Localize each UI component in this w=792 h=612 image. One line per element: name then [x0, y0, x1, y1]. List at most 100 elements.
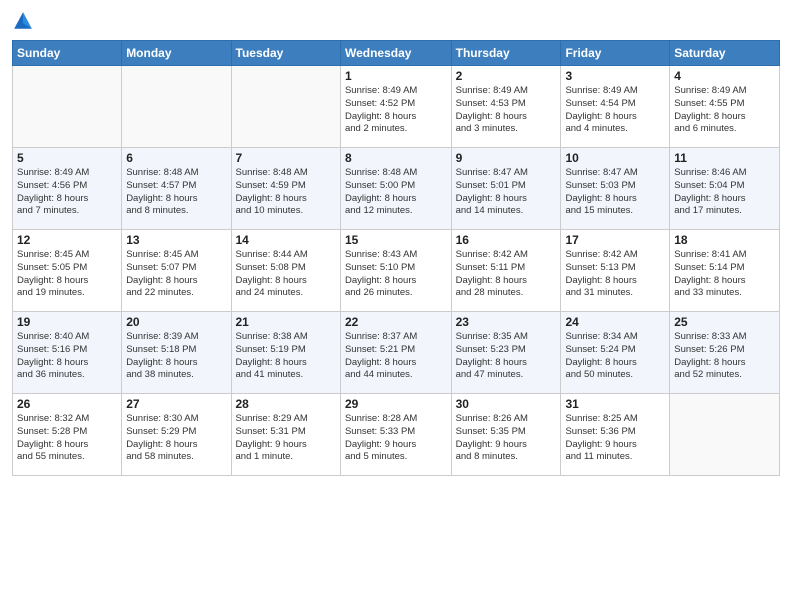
calendar-week-2: 5 Sunrise: 8:49 AM Sunset: 4:56 PM Daylig… — [13, 148, 780, 230]
logo — [12, 10, 38, 32]
day-number: 11 — [674, 151, 775, 165]
weekday-header-sunday: Sunday — [13, 41, 122, 66]
day-info: Sunrise: 8:45 AM Sunset: 5:05 PM Dayligh… — [17, 249, 117, 300]
day-info: Sunrise: 8:39 AM Sunset: 5:18 PM Dayligh… — [126, 331, 226, 382]
day-info: Sunrise: 8:33 AM Sunset: 5:26 PM Dayligh… — [674, 331, 775, 382]
day-info: Sunrise: 8:48 AM Sunset: 4:57 PM Dayligh… — [126, 167, 226, 218]
day-info: Sunrise: 8:35 AM Sunset: 5:23 PM Dayligh… — [456, 331, 557, 382]
day-number: 28 — [236, 397, 336, 411]
day-number: 24 — [565, 315, 665, 329]
weekday-header-saturday: Saturday — [670, 41, 780, 66]
day-number: 20 — [126, 315, 226, 329]
calendar-cell: 15 Sunrise: 8:43 AM Sunset: 5:10 PM Dayli… — [340, 230, 451, 312]
calendar-week-3: 12 Sunrise: 8:45 AM Sunset: 5:05 PM Dayli… — [13, 230, 780, 312]
calendar-cell: 17 Sunrise: 8:42 AM Sunset: 5:13 PM Dayli… — [561, 230, 670, 312]
day-number: 9 — [456, 151, 557, 165]
calendar-cell: 9 Sunrise: 8:47 AM Sunset: 5:01 PM Daylig… — [451, 148, 561, 230]
day-number: 10 — [565, 151, 665, 165]
calendar-cell — [122, 66, 231, 148]
calendar-cell: 25 Sunrise: 8:33 AM Sunset: 5:26 PM Dayli… — [670, 312, 780, 394]
calendar-header-row: SundayMondayTuesdayWednesdayThursdayFrid… — [13, 41, 780, 66]
weekday-header-monday: Monday — [122, 41, 231, 66]
day-number: 5 — [17, 151, 117, 165]
day-info: Sunrise: 8:34 AM Sunset: 5:24 PM Dayligh… — [565, 331, 665, 382]
day-info: Sunrise: 8:47 AM Sunset: 5:01 PM Dayligh… — [456, 167, 557, 218]
day-number: 13 — [126, 233, 226, 247]
day-info: Sunrise: 8:49 AM Sunset: 4:52 PM Dayligh… — [345, 85, 447, 136]
day-number: 31 — [565, 397, 665, 411]
day-info: Sunrise: 8:38 AM Sunset: 5:19 PM Dayligh… — [236, 331, 336, 382]
logo-icon — [12, 10, 34, 32]
calendar-cell: 5 Sunrise: 8:49 AM Sunset: 4:56 PM Daylig… — [13, 148, 122, 230]
calendar-cell: 31 Sunrise: 8:25 AM Sunset: 5:36 PM Dayli… — [561, 394, 670, 476]
day-info: Sunrise: 8:45 AM Sunset: 5:07 PM Dayligh… — [126, 249, 226, 300]
day-info: Sunrise: 8:49 AM Sunset: 4:55 PM Dayligh… — [674, 85, 775, 136]
day-number: 23 — [456, 315, 557, 329]
day-info: Sunrise: 8:44 AM Sunset: 5:08 PM Dayligh… — [236, 249, 336, 300]
calendar-cell: 20 Sunrise: 8:39 AM Sunset: 5:18 PM Dayli… — [122, 312, 231, 394]
day-number: 12 — [17, 233, 117, 247]
header — [12, 10, 780, 32]
day-info: Sunrise: 8:49 AM Sunset: 4:54 PM Dayligh… — [565, 85, 665, 136]
day-info: Sunrise: 8:26 AM Sunset: 5:35 PM Dayligh… — [456, 413, 557, 464]
calendar-week-1: 1 Sunrise: 8:49 AM Sunset: 4:52 PM Daylig… — [13, 66, 780, 148]
day-number: 1 — [345, 69, 447, 83]
day-info: Sunrise: 8:49 AM Sunset: 4:53 PM Dayligh… — [456, 85, 557, 136]
day-number: 25 — [674, 315, 775, 329]
day-info: Sunrise: 8:46 AM Sunset: 5:04 PM Dayligh… — [674, 167, 775, 218]
weekday-header-thursday: Thursday — [451, 41, 561, 66]
calendar-cell: 30Sunrise: 8:26 AM Sunset: 5:35 PM Dayli… — [451, 394, 561, 476]
calendar-cell: 7 Sunrise: 8:48 AM Sunset: 4:59 PM Daylig… — [231, 148, 340, 230]
day-number: 16 — [456, 233, 557, 247]
calendar-cell: 12 Sunrise: 8:45 AM Sunset: 5:05 PM Dayli… — [13, 230, 122, 312]
day-number: 15 — [345, 233, 447, 247]
day-number: 4 — [674, 69, 775, 83]
calendar-cell: 1 Sunrise: 8:49 AM Sunset: 4:52 PM Daylig… — [340, 66, 451, 148]
calendar-cell: 6 Sunrise: 8:48 AM Sunset: 4:57 PM Daylig… — [122, 148, 231, 230]
day-info: Sunrise: 8:43 AM Sunset: 5:10 PM Dayligh… — [345, 249, 447, 300]
day-info: Sunrise: 8:25 AM Sunset: 5:36 PM Dayligh… — [565, 413, 665, 464]
calendar-cell: 21Sunrise: 8:38 AM Sunset: 5:19 PM Dayli… — [231, 312, 340, 394]
day-number: 22 — [345, 315, 447, 329]
calendar-table: SundayMondayTuesdayWednesdayThursdayFrid… — [12, 40, 780, 476]
calendar-cell: 24 Sunrise: 8:34 AM Sunset: 5:24 PM Dayli… — [561, 312, 670, 394]
day-number: 26 — [17, 397, 117, 411]
calendar-cell — [670, 394, 780, 476]
page-container: SundayMondayTuesdayWednesdayThursdayFrid… — [0, 0, 792, 612]
day-info: Sunrise: 8:40 AM Sunset: 5:16 PM Dayligh… — [17, 331, 117, 382]
day-info: Sunrise: 8:42 AM Sunset: 5:13 PM Dayligh… — [565, 249, 665, 300]
calendar-cell: 3 Sunrise: 8:49 AM Sunset: 4:54 PM Daylig… — [561, 66, 670, 148]
calendar-cell: 4 Sunrise: 8:49 AM Sunset: 4:55 PM Daylig… — [670, 66, 780, 148]
day-info: Sunrise: 8:48 AM Sunset: 4:59 PM Dayligh… — [236, 167, 336, 218]
calendar-cell: 27Sunrise: 8:30 AM Sunset: 5:29 PM Dayli… — [122, 394, 231, 476]
calendar-cell: 2 Sunrise: 8:49 AM Sunset: 4:53 PM Daylig… — [451, 66, 561, 148]
calendar-cell: 19 Sunrise: 8:40 AM Sunset: 5:16 PM Dayli… — [13, 312, 122, 394]
calendar-cell: 26 Sunrise: 8:32 AM Sunset: 5:28 PM Dayli… — [13, 394, 122, 476]
day-number: 6 — [126, 151, 226, 165]
day-number: 2 — [456, 69, 557, 83]
day-info: Sunrise: 8:29 AM Sunset: 5:31 PM Dayligh… — [236, 413, 336, 464]
day-number: 3 — [565, 69, 665, 83]
day-number: 8 — [345, 151, 447, 165]
calendar-cell: 11 Sunrise: 8:46 AM Sunset: 5:04 PM Dayli… — [670, 148, 780, 230]
day-number: 7 — [236, 151, 336, 165]
day-info: Sunrise: 8:49 AM Sunset: 4:56 PM Dayligh… — [17, 167, 117, 218]
day-info: Sunrise: 8:30 AM Sunset: 5:29 PM Dayligh… — [126, 413, 226, 464]
day-number: 17 — [565, 233, 665, 247]
calendar-cell — [13, 66, 122, 148]
day-number: 14 — [236, 233, 336, 247]
day-info: Sunrise: 8:32 AM Sunset: 5:28 PM Dayligh… — [17, 413, 117, 464]
day-info: Sunrise: 8:42 AM Sunset: 5:11 PM Dayligh… — [456, 249, 557, 300]
day-info: Sunrise: 8:47 AM Sunset: 5:03 PM Dayligh… — [565, 167, 665, 218]
day-number: 19 — [17, 315, 117, 329]
calendar-cell: 14 Sunrise: 8:44 AM Sunset: 5:08 PM Dayli… — [231, 230, 340, 312]
day-number: 18 — [674, 233, 775, 247]
calendar-cell: 22Sunrise: 8:37 AM Sunset: 5:21 PM Dayli… — [340, 312, 451, 394]
day-info: Sunrise: 8:48 AM Sunset: 5:00 PM Dayligh… — [345, 167, 447, 218]
calendar-cell: 23 Sunrise: 8:35 AM Sunset: 5:23 PM Dayli… — [451, 312, 561, 394]
day-number: 29 — [345, 397, 447, 411]
day-info: Sunrise: 8:41 AM Sunset: 5:14 PM Dayligh… — [674, 249, 775, 300]
calendar-cell: 29Sunrise: 8:28 AM Sunset: 5:33 PM Dayli… — [340, 394, 451, 476]
calendar-cell — [231, 66, 340, 148]
calendar-week-4: 19 Sunrise: 8:40 AM Sunset: 5:16 PM Dayli… — [13, 312, 780, 394]
